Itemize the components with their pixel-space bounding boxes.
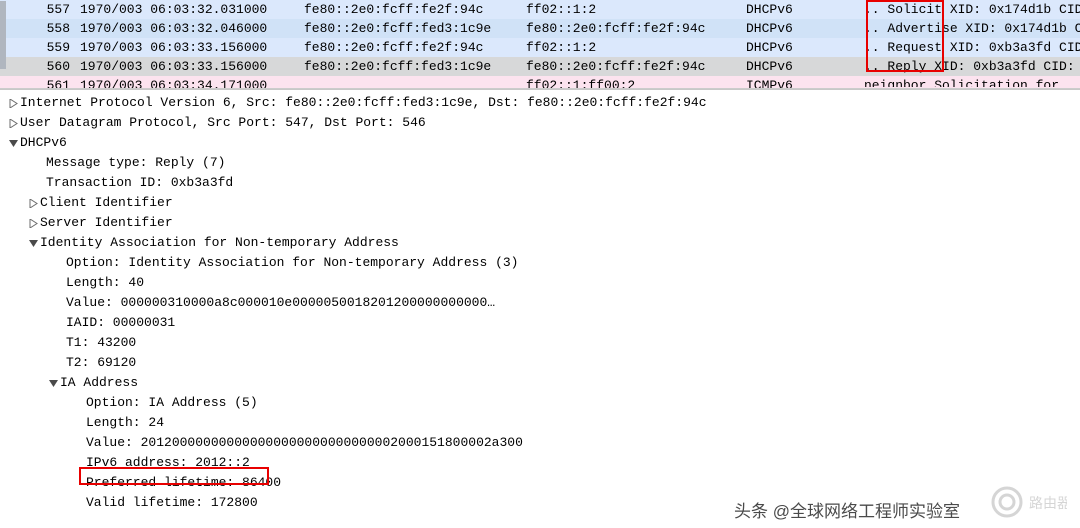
- chevron-right-icon[interactable]: [26, 199, 40, 208]
- tree-label: IA Address: [60, 373, 138, 393]
- tree-label: Identity Association for Non-temporary A…: [40, 233, 399, 253]
- col-src: fe80::2e0:fcff:fe2f:94c: [304, 1, 526, 18]
- col-info: .. Request XID: 0xb3a3fd CID: [864, 39, 1080, 56]
- tree-item-client-id[interactable]: Client Identifier: [0, 193, 1080, 213]
- tree-label: DHCPv6: [20, 133, 67, 153]
- tree-item-iana[interactable]: Identity Association for Non-temporary A…: [0, 233, 1080, 253]
- col-proto: DHCPv6: [746, 39, 864, 56]
- tree-leaf-ipv6-address[interactable]: IPv6 address: 2012::2: [0, 453, 1080, 473]
- chevron-down-icon[interactable]: [46, 379, 60, 388]
- col-no: 561: [18, 77, 80, 87]
- tree-item-ipv6[interactable]: Internet Protocol Version 6, Src: fe80::…: [0, 93, 1080, 113]
- tree-label: IAID: 00000031: [66, 313, 175, 333]
- tree-label: User Datagram Protocol, Src Port: 547, D…: [20, 113, 426, 133]
- tree-leaf[interactable]: Length: 24: [0, 413, 1080, 433]
- tree-label: Internet Protocol Version 6, Src: fe80::…: [20, 93, 707, 113]
- tree-label: Option: Identity Association for Non-tem…: [66, 253, 518, 273]
- col-info: .. Solicit XID: 0x174d1b CID: [864, 1, 1080, 18]
- tree-leaf[interactable]: Option: Identity Association for Non-tem…: [0, 253, 1080, 273]
- packet-band: [0, 1, 6, 69]
- col-proto: DHCPv6: [746, 58, 864, 75]
- tree-label: Value: 201200000000000000000000000000002…: [86, 433, 523, 453]
- tree-label: Client Identifier: [40, 193, 173, 213]
- col-src: fe80::2e0:fcff:fed3:1c9e: [304, 20, 526, 37]
- tree-item-udp[interactable]: User Datagram Protocol, Src Port: 547, D…: [0, 113, 1080, 133]
- tree-label: Preferred lifetime: 86400: [86, 473, 281, 493]
- chevron-right-icon[interactable]: [26, 219, 40, 228]
- col-proto: DHCPv6: [746, 20, 864, 37]
- chevron-down-icon[interactable]: [6, 139, 20, 148]
- watermark-right-label: 路由器: [1029, 495, 1067, 511]
- watermark-logo: 路由器: [982, 480, 1072, 524]
- tree-leaf[interactable]: T1: 43200: [0, 333, 1080, 353]
- tree-leaf[interactable]: Option: IA Address (5): [0, 393, 1080, 413]
- col-proto: ICMPv6: [746, 77, 864, 87]
- tree-leaf[interactable]: Message type: Reply (7): [0, 153, 1080, 173]
- tree-label: Option: IA Address (5): [86, 393, 258, 413]
- tree-label: Valid lifetime: 172800: [86, 493, 258, 513]
- col-dst: fe80::2e0:fcff:fe2f:94c: [526, 20, 746, 37]
- col-time: 1970/003 06:03:33.156000: [80, 58, 304, 75]
- col-dst: ff02::1:2: [526, 39, 746, 56]
- col-src: [304, 77, 526, 87]
- col-src: fe80::2e0:fcff:fe2f:94c: [304, 39, 526, 56]
- col-time: 1970/003 06:03:34.171000: [80, 77, 304, 87]
- col-no: 557: [18, 1, 80, 18]
- col-time: 1970/003 06:03:32.046000: [80, 20, 304, 37]
- tree-label: Value: 000000310000a8c000010e00000500182…: [66, 293, 495, 313]
- col-proto: DHCPv6: [746, 1, 864, 18]
- tree-leaf[interactable]: Preferred lifetime: 86400: [0, 473, 1080, 493]
- col-dst: ff02::1:ff00:2: [526, 77, 746, 87]
- chevron-right-icon[interactable]: [6, 99, 20, 108]
- col-dst: fe80::2e0:fcff:fe2f:94c: [526, 58, 746, 75]
- col-time: 1970/003 06:03:33.156000: [80, 39, 304, 56]
- tree-leaf[interactable]: IAID: 00000031: [0, 313, 1080, 333]
- col-no: 560: [18, 58, 80, 75]
- packet-row[interactable]: 557 1970/003 06:03:32.031000 fe80::2e0:f…: [0, 0, 1080, 19]
- packet-row[interactable]: 558 1970/003 06:03:32.046000 fe80::2e0:f…: [0, 19, 1080, 38]
- tree-item-server-id[interactable]: Server Identifier: [0, 213, 1080, 233]
- chevron-right-icon[interactable]: [6, 119, 20, 128]
- col-no: 559: [18, 39, 80, 56]
- tree-leaf[interactable]: T2: 69120: [0, 353, 1080, 373]
- col-info: .. Advertise XID: 0x174d1b CI: [864, 20, 1080, 37]
- tree-label: Message type: Reply (7): [46, 153, 225, 173]
- tree-item-dhcpv6[interactable]: DHCPv6: [0, 133, 1080, 153]
- tree-leaf[interactable]: Value: 201200000000000000000000000000002…: [0, 433, 1080, 453]
- tree-label: T1: 43200: [66, 333, 136, 353]
- packet-row[interactable]: 559 1970/003 06:03:33.156000 fe80::2e0:f…: [0, 38, 1080, 57]
- tree-label: Length: 40: [66, 273, 144, 293]
- tree-leaf[interactable]: Transaction ID: 0xb3a3fd: [0, 173, 1080, 193]
- tree-leaf[interactable]: Length: 40: [0, 273, 1080, 293]
- watermark-text: 头条 @全球网络工程师实验室: [734, 497, 960, 522]
- col-src: fe80::2e0:fcff:fed3:1c9e: [304, 58, 526, 75]
- col-dst: ff02::1:2: [526, 1, 746, 18]
- tree-leaf[interactable]: Value: 000000310000a8c000010e00000500182…: [0, 293, 1080, 313]
- packet-details: Internet Protocol Version 6, Src: fe80::…: [0, 90, 1080, 513]
- col-time: 1970/003 06:03:32.031000: [80, 1, 304, 18]
- col-no: 558: [18, 20, 80, 37]
- chevron-down-icon[interactable]: [26, 239, 40, 248]
- col-info: .. Reply XID: 0xb3a3fd CID: 0: [864, 58, 1080, 75]
- tree-label: IPv6 address: 2012::2: [86, 453, 250, 473]
- packet-list: 557 1970/003 06:03:32.031000 fe80::2e0:f…: [0, 0, 1080, 89]
- tree-label: Server Identifier: [40, 213, 173, 233]
- packet-row-selected[interactable]: 560 1970/003 06:03:33.156000 fe80::2e0:f…: [0, 57, 1080, 76]
- tree-item-ia-address[interactable]: IA Address: [0, 373, 1080, 393]
- tree-label: Transaction ID: 0xb3a3fd: [46, 173, 233, 193]
- tree-label: Length: 24: [86, 413, 164, 433]
- packet-row[interactable]: 561 1970/003 06:03:34.171000 ff02::1:ff0…: [0, 76, 1080, 88]
- col-info: neignbor Solicitation for: [864, 77, 1080, 87]
- tree-label: T2: 69120: [66, 353, 136, 373]
